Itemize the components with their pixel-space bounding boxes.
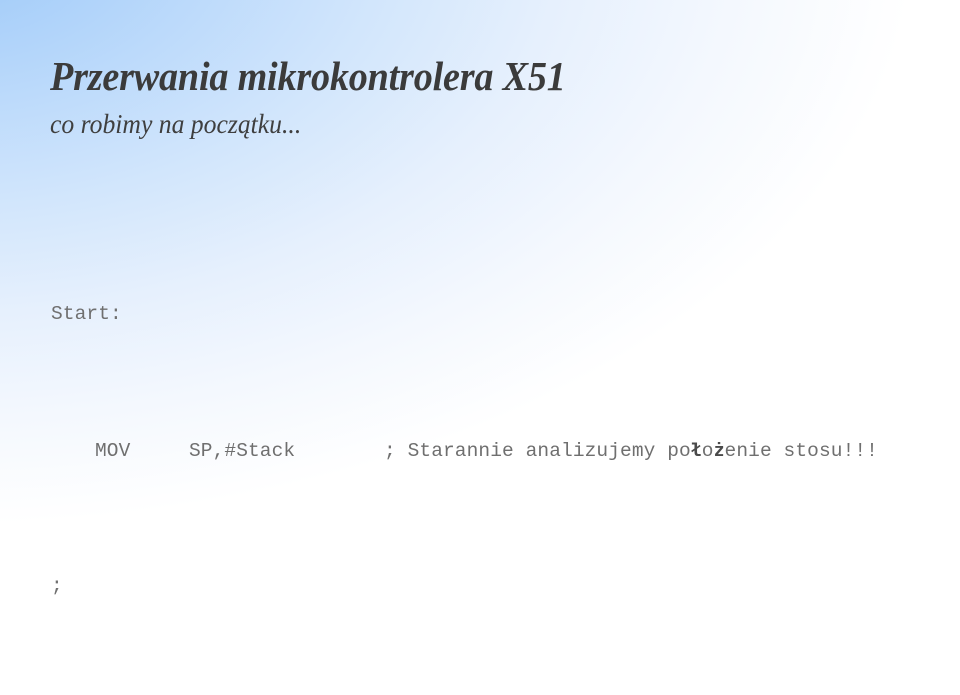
code-label: Start: bbox=[51, 302, 122, 325]
code-line-instruction: MOV SP,#Stack ; Starannie analizujemy poło… bbox=[51, 437, 951, 464]
code-comment-head: ; Starannie analizujemy po bbox=[384, 439, 691, 462]
code-line-semicolon: ; bbox=[51, 573, 951, 600]
slide-canvas: Przerwania mikrokontrolera X51 co robimy… bbox=[0, 0, 960, 695]
code-line-label: Start: bbox=[51, 301, 951, 328]
code-comment-diacritic: ż bbox=[713, 439, 725, 461]
code-comment-mid: o bbox=[701, 439, 714, 462]
title-block: Przerwania mikrokontrolera X51 co robimy… bbox=[50, 56, 930, 138]
code-operands: SP,#Stack bbox=[189, 439, 296, 462]
code-comment-diacritic: ł bbox=[690, 439, 702, 461]
code-comment: ; Starannie analizujemy położenie stosu!… bbox=[384, 437, 878, 465]
page-subtitle: co robimy na początku... bbox=[50, 109, 302, 139]
code-mnemonic: MOV bbox=[95, 439, 131, 462]
code-listing: Start: MOV SP,#Stack ; Starannie analizuje… bbox=[51, 192, 951, 695]
code-semicolon: ; bbox=[51, 574, 63, 597]
page-title: Przerwania mikrokontrolera X51 bbox=[50, 53, 566, 99]
code-comment-tail: enie stosu!!! bbox=[724, 439, 878, 462]
